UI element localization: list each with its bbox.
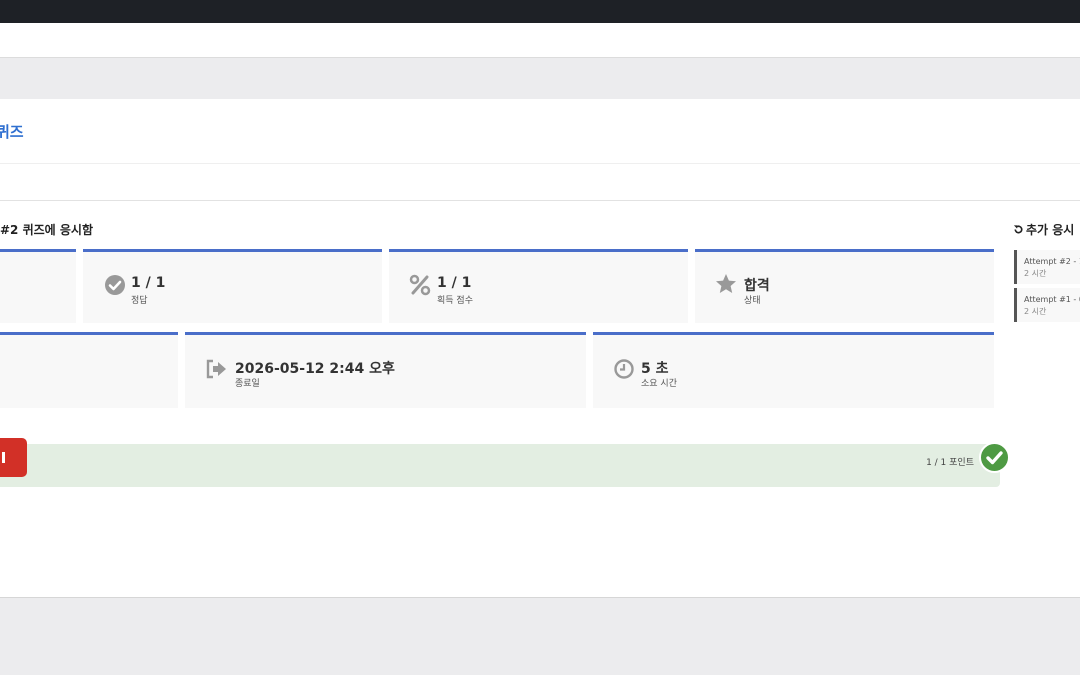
percent-icon xyxy=(409,274,431,296)
correct-value: 1 / 1 xyxy=(131,275,166,291)
attempt-time: 2 시간 xyxy=(1024,307,1047,316)
attempt-title: Attempt #2 - 10 xyxy=(1024,257,1080,266)
attempt-item[interactable]: Attempt #1 - 0% 2 시간 xyxy=(1014,288,1080,322)
stat-card-partial xyxy=(0,332,178,408)
correct-label: 정답 xyxy=(131,296,148,306)
stat-card-status: 합격 상태 xyxy=(695,249,994,323)
top-navbar xyxy=(0,0,1080,23)
stat-card-correct: 1 / 1 정답 xyxy=(83,249,382,323)
attempt-item[interactable]: Attempt #2 - 10 2 시간 xyxy=(1014,250,1080,284)
status-label: 상태 xyxy=(744,296,761,306)
score-value: 1 / 1 xyxy=(437,275,472,291)
attempt-heading: #2 퀴즈에 응시함 xyxy=(0,223,94,237)
correct-check-icon xyxy=(979,442,1010,473)
quiz-title-link[interactable]: 퀴즈 xyxy=(0,121,24,142)
divider xyxy=(0,163,1080,164)
points-text: 1 / 1 포인트 xyxy=(926,458,974,468)
stat-card-score: 1 / 1 획득 점수 xyxy=(389,249,688,323)
question-result-bar: 1 / 1 포인트 xyxy=(0,444,1000,487)
duration-value: 5 초 xyxy=(641,361,669,377)
sign-out-icon xyxy=(205,358,227,380)
stat-card-end-date: 2026-05-12 2:44 오후 종료일 xyxy=(185,332,586,408)
retake-heading: 추가 응시 xyxy=(1013,221,1074,238)
stat-card-partial xyxy=(0,249,76,323)
quiz-result-panel: 퀴즈 #2 퀴즈에 응시함 1 / 1 정답 1 / 1 획득 점수 합격 상태… xyxy=(0,99,1080,598)
attempt-title: Attempt #1 - 0% xyxy=(1024,295,1080,304)
divider xyxy=(0,200,1080,201)
end-date-label: 종료일 xyxy=(235,379,260,389)
attempt-time: 2 시간 xyxy=(1024,269,1047,278)
star-icon xyxy=(715,273,737,295)
history-icon xyxy=(1013,225,1023,234)
sub-header xyxy=(0,23,1080,58)
retake-heading-text: 추가 응시 xyxy=(1026,223,1075,237)
stat-card-duration: 5 초 소요 시간 xyxy=(593,332,994,408)
danger-button[interactable] xyxy=(0,438,27,477)
status-value: 합격 xyxy=(744,278,770,294)
check-circle-icon xyxy=(104,274,126,296)
duration-label: 소요 시간 xyxy=(641,379,677,389)
score-label: 획득 점수 xyxy=(437,296,473,306)
end-date-value: 2026-05-12 2:44 오후 xyxy=(235,361,395,377)
clock-icon xyxy=(613,358,635,380)
